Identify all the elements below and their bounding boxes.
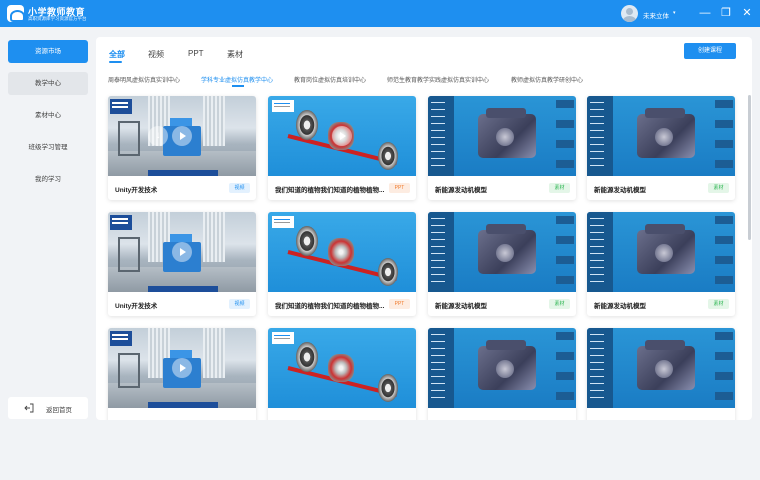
resource-card[interactable]	[108, 328, 256, 420]
card-thumbnail	[268, 212, 416, 292]
card-tag: PPT	[389, 299, 410, 309]
sidebar-item-my-learning[interactable]: 我的学习	[8, 168, 88, 191]
resource-card[interactable]: 新能源发动机模型 素材	[587, 212, 735, 316]
card-thumbnail	[268, 96, 416, 176]
resource-card[interactable]: 新能源发动机模型 素材	[428, 96, 576, 200]
subcategory-item[interactable]: 师范生教育教学实践虚拟仿真实训中心	[387, 75, 489, 84]
tab-material[interactable]: 素材	[227, 49, 243, 60]
card-thumbnail: ↓	[108, 96, 256, 176]
back-home-button[interactable]: 返回首页	[8, 397, 88, 419]
resource-card[interactable]: ↓ Unity开发技术 视频	[108, 96, 256, 200]
card-thumbnail	[587, 96, 735, 176]
card-title: 新能源发动机模型	[435, 303, 487, 310]
card-tag: PPT	[389, 183, 410, 193]
title-bar: 小学教师教育 高职资源库学习资源官方平台 未来立体 ▾ — ❐ ✕	[0, 0, 760, 27]
back-home-label: 返回首页	[46, 407, 72, 414]
resource-card[interactable]	[428, 328, 576, 420]
resource-card[interactable]: Unity开发技术 视频	[108, 212, 256, 316]
card-thumbnail	[587, 212, 735, 292]
exit-icon	[24, 403, 34, 413]
main-panel: 全部 视频 PPT 素材 创建课程 周泰明风虚拟仿真实训中心 学科专业虚拟仿真教…	[96, 37, 752, 420]
card-title: Unity开发技术	[115, 303, 158, 310]
card-thumbnail	[428, 328, 576, 408]
subcategory-item-active[interactable]: 学科专业虚拟仿真教学中心	[201, 75, 273, 84]
resource-card[interactable]: 新能源发动机模型 素材	[587, 96, 735, 200]
card-title: Unity开发技术	[115, 187, 158, 194]
card-thumbnail	[108, 212, 256, 292]
maximize-button[interactable]: ❐	[719, 6, 733, 20]
tab-ppt[interactable]: PPT	[188, 49, 204, 58]
subcategory-item[interactable]: 教育岗位虚拟仿真培训中心	[294, 75, 366, 84]
user-name[interactable]: 未来立体	[643, 10, 669, 20]
card-thumbnail	[108, 328, 256, 408]
minimize-button[interactable]: —	[698, 6, 712, 20]
sidebar-item-class-management[interactable]: 班级学习管理	[8, 136, 88, 159]
create-course-button[interactable]: 创建课程	[684, 43, 736, 59]
card-tag: 素材	[549, 183, 570, 193]
close-button[interactable]: ✕	[740, 6, 754, 20]
app-logo-icon	[7, 5, 25, 22]
card-tag: 素材	[549, 299, 570, 309]
sidebar-item-material-center[interactable]: 素材中心	[8, 104, 88, 127]
play-icon[interactable]	[172, 358, 192, 378]
tab-video[interactable]: 视频	[148, 49, 164, 60]
card-thumbnail	[428, 212, 576, 292]
card-title: 新能源发动机模型	[594, 187, 646, 194]
card-title: 我们知道的植物我们知道的植物植物...	[275, 187, 385, 194]
scrollbar-thumb[interactable]	[748, 95, 751, 240]
resource-card[interactable]: 新能源发动机模型 素材	[428, 212, 576, 316]
card-title: 新能源发动机模型	[435, 187, 487, 194]
user-avatar[interactable]	[621, 5, 638, 22]
card-tag: 素材	[708, 183, 729, 193]
subcategory-item[interactable]: 教师虚拟仿真教学研创中心	[511, 75, 583, 84]
subcategory-item[interactable]: 周泰明风虚拟仿真实训中心	[108, 75, 180, 84]
card-title: 我们知道的植物我们知道的植物植物...	[275, 303, 385, 310]
card-tag: 视频	[229, 299, 250, 309]
play-icon[interactable]	[172, 126, 192, 146]
card-thumbnail	[587, 328, 735, 408]
card-thumbnail	[268, 328, 416, 408]
card-tag: 视频	[229, 183, 250, 193]
play-icon[interactable]	[172, 242, 192, 262]
app-subtitle: 高职资源库学习资源官方平台	[28, 16, 87, 21]
card-thumbnail	[428, 96, 576, 176]
tab-all[interactable]: 全部	[109, 49, 125, 60]
chevron-down-icon[interactable]: ▾	[673, 10, 676, 16]
play-icon[interactable]	[332, 126, 352, 146]
card-tag: 素材	[708, 299, 729, 309]
resource-card[interactable]	[268, 328, 416, 420]
resource-card[interactable]	[587, 328, 735, 420]
sidebar-item-resource-market[interactable]: 资源市场	[8, 40, 88, 63]
resource-card[interactable]: 我们知道的植物我们知道的植物植物... PPT	[268, 96, 416, 200]
resource-card[interactable]: 我们知道的植物我们知道的植物植物... PPT	[268, 212, 416, 316]
sidebar-item-teaching-center[interactable]: 教学中心	[8, 72, 88, 95]
download-icon[interactable]: ↓	[148, 126, 168, 146]
active-tab-indicator	[109, 61, 122, 63]
card-title: 新能源发动机模型	[594, 303, 646, 310]
subcategory-indicator	[232, 85, 244, 87]
